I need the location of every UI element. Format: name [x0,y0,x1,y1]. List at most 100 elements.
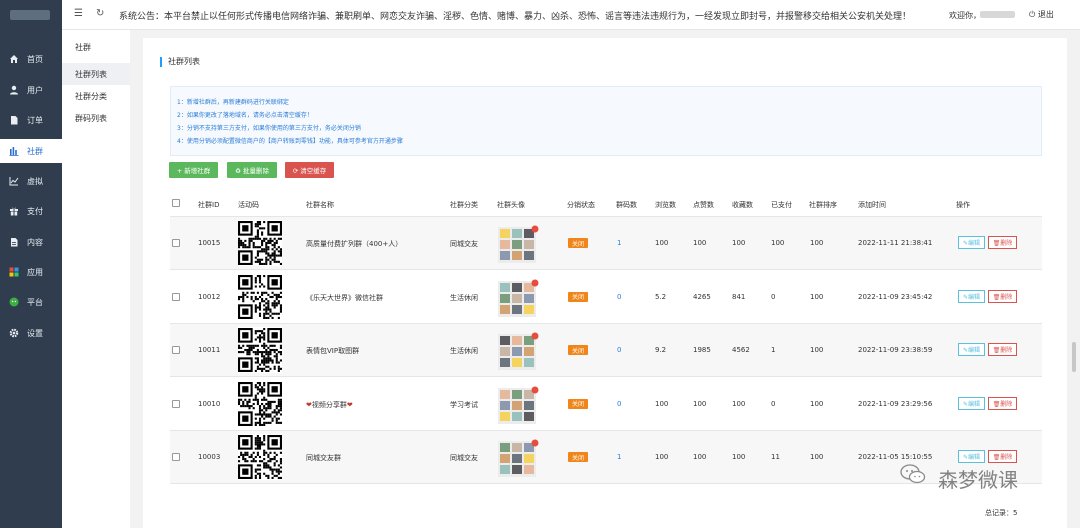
edit-button[interactable]: ✎编辑 [958,289,985,303]
group-avatar [498,439,539,477]
submenu-item-group-list[interactable]: 社群列表 [62,63,130,85]
delete-button[interactable]: 🗑删除 [988,450,1017,463]
refresh-icon[interactable]: ↻ [96,8,104,19]
submenu: 社群 社群列表 社群分类 群码列表 [62,30,130,528]
cell-likes: 4265 [693,292,711,301]
cell-views: 100 [655,399,669,408]
distribution-status-badge[interactable]: 关闭 [568,291,588,302]
cell-paid: 100 [771,239,785,247]
edit-button[interactable]: ✎编辑 [958,236,985,249]
cell-views: 100 [655,239,669,247]
sidebar-item-home[interactable]: 首页 [0,47,62,71]
cell-favorites: 100 [732,239,746,247]
column-header: 分销状态 [567,201,595,209]
row-checkbox[interactable] [172,239,180,247]
activity-qr-code [238,327,282,373]
sidebar-item-payment[interactable]: 支付 [0,199,62,223]
cell-paid: 1 [771,346,776,354]
add-group-button[interactable]: + 新增社群 [169,162,218,178]
activity-qr-code [238,220,282,266]
gift-icon [9,206,19,216]
sidebar-item-label: 内容 [27,237,43,247]
tip-item: 2：如果你更改了落地域名，请务必点击清空缓存！ [177,112,313,119]
sidebar-item-group[interactable]: 社群 [0,139,62,163]
distribution-status-badge[interactable]: 关闭 [568,398,588,409]
sidebar-item-user[interactable]: 用户 [0,78,62,102]
row-checkbox[interactable] [172,399,180,408]
logout-button[interactable]: ⏻ 退出 [1029,9,1054,20]
submenu-item-code-list[interactable]: 群码列表 [62,107,130,129]
logo[interactable] [0,0,62,30]
sidebar-item-label: 订单 [27,115,43,125]
tip-item: 3：分销不支持第三方支付，如果你使用的第三方支付，务必关闭分销 [177,125,361,132]
gear-icon [9,328,19,338]
system-notice: 系统公告：本平台禁止以任何形式传播电信网络诈骗、兼职刷单、网恋交友诈骗、淫秽、色… [119,12,912,22]
scrollbar[interactable] [1072,342,1076,372]
row-checkbox[interactable] [172,453,180,461]
sidebar-item-apps[interactable]: 应用 [0,260,62,284]
sidebar-item-settings[interactable]: 设置 [0,321,62,345]
delete-button[interactable]: 🗑删除 [988,343,1017,356]
sidebar-item-virtual[interactable]: 虚拟 [0,169,62,193]
cell-codes: 1 [617,239,622,247]
row-checkbox[interactable] [172,346,180,354]
cell-codes: 0 [617,346,622,354]
sidebar-item-label: 社群 [27,146,43,156]
group-icon [9,146,19,156]
logout-label: 退出 [1037,10,1054,19]
cell-name: ❤视频分享群❤ [306,400,353,410]
batch-delete-button[interactable]: ♻ 批量删除 [227,162,277,178]
activity-qr-code [238,380,282,427]
sidebar-item-content[interactable]: 内容 [0,230,62,254]
welcome-text: 欢迎你， [949,11,981,20]
cell-views: 100 [655,453,669,461]
column-header: 操作 [956,201,970,209]
edit-button[interactable]: ✎编辑 [958,450,985,463]
select-all-checkbox[interactable] [172,199,180,207]
cell-sort: 100 [810,399,824,408]
cell-time: 2022-11-11 21:38:41 [858,239,933,247]
cell-time: 2022-11-09 23:29:56 [858,399,933,408]
heart-icon: ❤ [346,400,353,409]
power-icon: ⏻ [1029,10,1036,19]
cell-favorites: 100 [732,399,746,408]
main-panel: 社群列表 1：新增社群后，再新建群码进行关联绑定 2：如果你更改了落地域名，请务… [143,38,1067,528]
distribution-status-badge[interactable]: 关闭 [568,452,588,462]
edit-button[interactable]: ✎编辑 [958,396,985,410]
sidebar-item-order[interactable]: 订单 [0,108,62,132]
cell-codes: 1 [617,453,622,461]
edit-button[interactable]: ✎编辑 [958,343,985,356]
cell-category: 生活休闲 [450,347,478,355]
sidebar: 首页 用户 订单 社群 虚拟 支付 内容 应用 平台 设置 [0,0,62,528]
username[interactable] [980,11,1015,18]
menu-toggle-icon[interactable]: ☰ [74,8,83,19]
delete-button[interactable]: 🗑删除 [988,289,1017,303]
delete-button[interactable]: 🗑删除 [988,396,1017,410]
chart-icon [9,176,19,186]
column-header: 社群头像 [497,201,525,209]
table-row: 10015 高质量付费扩列群（400+人） 同城交友 1 100 100 100 100 100… [170,217,1042,270]
cell-paid: 0 [771,399,776,408]
sidebar-item-platform[interactable]: 平台 [0,290,62,314]
column-header: 社群排序 [809,201,837,209]
group-avatar [498,332,539,370]
group-avatar [498,279,539,317]
delete-button[interactable]: 🗑删除 [988,236,1017,249]
submenu-item-group-category[interactable]: 社群分类 [62,85,130,107]
table-row: 10010 ❤视频分享群❤ 学习考试 0 100 100 100 0 100 2022-11-09… [170,378,1042,431]
user-icon [9,85,19,95]
submenu-item-label: 群码列表 [75,113,107,123]
cell-name: 表情包VIP取图群 [306,347,360,355]
clear-cache-button[interactable]: ⟳ 清空缓存 [285,162,334,178]
cell-paid: 0 [771,292,776,301]
row-checkbox[interactable] [172,292,180,301]
column-header: 社群分类 [450,201,478,209]
cell-category: 同城交友 [450,240,478,248]
activity-qr-code [238,434,282,480]
distribution-status-badge[interactable]: 关闭 [568,345,588,355]
distribution-status-badge[interactable]: 关闭 [568,238,588,248]
column-header: 添加时间 [858,201,886,209]
cell-id: 10015 [198,239,221,247]
submenu-item-label: 社群分类 [75,91,107,101]
sidebar-item-label: 用户 [27,85,43,95]
